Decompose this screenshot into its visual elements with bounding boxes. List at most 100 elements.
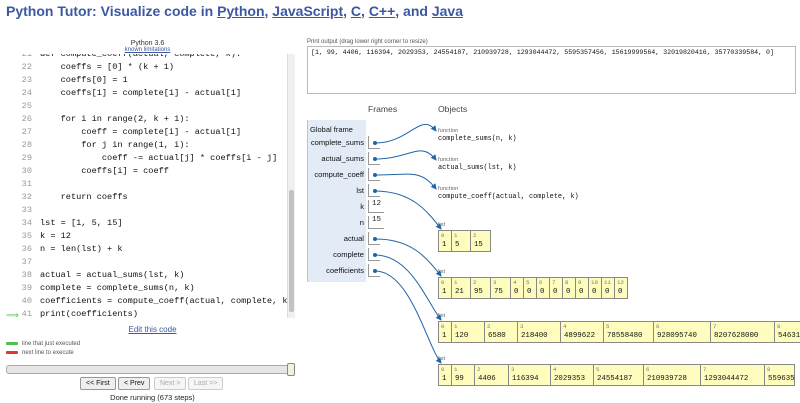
code-scrollbar-thumb[interactable] <box>289 190 294 312</box>
var-name-actual: actual <box>343 234 364 243</box>
code-line: 31 <box>4 178 40 191</box>
edit-code-link[interactable]: Edit this code <box>0 325 305 334</box>
var-value-n: 15 <box>368 216 384 229</box>
line-number: 36 <box>21 244 32 254</box>
var-value-k: 12 <box>368 200 384 213</box>
print-output-box[interactable]: [1, 99, 4406, 116394, 2029353, 24554187,… <box>307 46 796 94</box>
list-index: 1 <box>454 279 458 286</box>
line-source: complete = complete_sums(n, k) <box>40 283 195 293</box>
list-index: 0 <box>441 279 445 286</box>
step-slider[interactable] <box>6 365 294 374</box>
function-label: function <box>438 157 459 163</box>
list-index: 7 <box>713 323 717 330</box>
list-object: 0 1 1 120 2 6580 3 218400 4 4899622 5 78558480 6 9280… <box>438 321 800 343</box>
code-line: 23 coeffs[0] = 1 <box>4 74 128 87</box>
var-name-lst: lst <box>356 186 364 195</box>
line-source: coefficients = compute_coeff(actual, com… <box>40 296 293 306</box>
code-line: 27 coeff = complete[i] - actual[1] <box>4 126 241 139</box>
list-cell: 80 <box>563 278 576 298</box>
known-limitations-link[interactable]: known limitations <box>0 47 295 53</box>
first-button[interactable]: << First <box>80 377 116 390</box>
list-value: 1 <box>442 241 447 249</box>
line-source: coeff -= actual[j] * coeffs[i - j] <box>40 153 278 163</box>
list-index: 4 <box>553 366 557 373</box>
list-index: 0 <box>441 366 445 373</box>
list-index: 6 <box>539 279 543 286</box>
pointer-arrow <box>374 173 437 190</box>
list-index: 12 <box>617 279 624 286</box>
list-index: 5 <box>526 279 530 286</box>
last-button[interactable]: Last >> <box>188 377 224 390</box>
list-cell: 2 4406 <box>475 365 509 385</box>
line-number: 38 <box>21 270 32 280</box>
list-cell: 4 4899622 <box>561 322 604 342</box>
code-line: 32 return coeffs <box>4 191 128 204</box>
list-index: 1 <box>454 323 458 330</box>
line-source: n = len(lst) + k <box>40 244 123 254</box>
list-label: list <box>438 356 446 362</box>
list-value: 1 <box>442 288 447 296</box>
list-value: 0 <box>618 288 623 296</box>
line-source: coeffs[1] = complete[1] - actual[1] <box>40 88 242 98</box>
code-display: 21 def compute_coeff(actual, complete, k)… <box>4 54 296 318</box>
list-cell: 1 21 <box>452 278 471 298</box>
cpp-link[interactable]: C++ <box>369 3 395 19</box>
list-label: list <box>438 222 446 228</box>
prev-button[interactable]: < Prev <box>118 377 151 390</box>
line-number: 25 <box>21 101 32 111</box>
var-name-k: k <box>360 202 364 211</box>
line-source: for j in range(1, i): <box>40 140 190 150</box>
pointer-dot <box>373 173 377 177</box>
list-cell: 5 78558480 <box>604 322 654 342</box>
java-link[interactable]: Java <box>432 3 463 19</box>
list-cell: 1 99 <box>452 365 475 385</box>
list-cell: 10 0 <box>589 278 602 298</box>
code-line: 39 complete = complete_sums(n, k) <box>4 282 195 295</box>
list-cell: 70 <box>550 278 563 298</box>
pointer-arrow <box>374 238 442 277</box>
list-cell: 60 <box>537 278 550 298</box>
list-cell: 2 6580 <box>485 322 518 342</box>
print-output-text: [1, 99, 4406, 116394, 2029353, 24554187,… <box>311 49 774 56</box>
code-line: 34 lst = [1, 5, 15] <box>4 217 123 230</box>
list-index: 9 <box>578 279 582 286</box>
next-button[interactable]: Next > <box>154 377 187 390</box>
code-line: 30 coeffs[i] = coeff <box>4 165 169 178</box>
list-cell: 3 75 <box>491 278 511 298</box>
list-value: 116394 <box>512 375 539 383</box>
print-output-label: Print output (drag lower right corner to… <box>307 39 428 45</box>
code-line: 40 coefficients = compute_coeff(actual, c… <box>4 295 293 308</box>
list-cell: 7 8207628000 <box>711 322 775 342</box>
javascript-link[interactable]: JavaScript <box>272 3 343 19</box>
list-index: 4 <box>513 279 517 286</box>
code-line: 35 k = 12 <box>4 230 71 243</box>
code-line: ⟹ 41 print(coefficients) <box>4 308 138 318</box>
list-index: 2 <box>477 366 481 373</box>
list-value: 0 <box>605 288 610 296</box>
list-value: 21 <box>455 288 464 296</box>
list-index: 3 <box>493 279 497 286</box>
line-source: for i in range(2, k + 1): <box>40 114 190 124</box>
code-line: 28 for j in range(1, i): <box>4 139 190 152</box>
var-name-coefficients: coefficients <box>326 266 364 275</box>
python-link[interactable]: Python <box>217 3 264 19</box>
list-cell: 11 0 <box>602 278 615 298</box>
list-cell: 01 <box>439 278 452 298</box>
list-value: 210939728 <box>647 375 687 383</box>
function-signature: compute_coeff(actual, complete, k) <box>438 193 579 201</box>
var-name-compute_coeff: compute_coeff <box>314 170 364 179</box>
line-source: coeffs = [0] * (k + 1) <box>40 62 175 72</box>
list-index: 3 <box>520 323 524 330</box>
line-number: 39 <box>21 283 32 293</box>
line-number: 31 <box>21 179 32 189</box>
list-index: 8 <box>777 323 781 330</box>
var-name-complete: complete <box>333 250 364 259</box>
step-slider-handle[interactable] <box>287 363 295 376</box>
list-cell: 01 <box>439 365 452 385</box>
var-name-n: n <box>359 218 364 227</box>
line-source: coeffs[0] = 1 <box>40 75 128 85</box>
c-link[interactable]: C <box>351 3 361 19</box>
line-number: 26 <box>21 114 32 124</box>
function-label: function <box>438 186 459 192</box>
legend-executed: line that just executed <box>6 341 80 347</box>
